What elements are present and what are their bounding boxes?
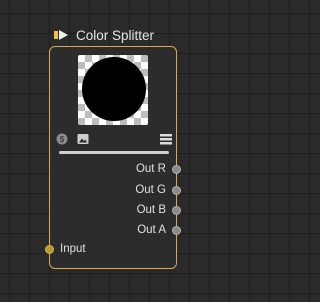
output-label-b: Out B bbox=[136, 204, 166, 216]
input-label: Input bbox=[60, 243, 86, 255]
output-label-r: Out R bbox=[135, 163, 166, 175]
image-preview bbox=[78, 55, 148, 125]
input-row: Input bbox=[45, 241, 86, 257]
node-title: Color Splitter bbox=[54, 26, 154, 44]
output-port-a[interactable] bbox=[172, 225, 181, 235]
output-row-b: Out B bbox=[137, 202, 181, 218]
svg-text:$: $ bbox=[60, 135, 65, 144]
node-title-label: Color Splitter bbox=[76, 27, 155, 43]
output-label-a: Out A bbox=[137, 224, 166, 236]
output-row-r: Out R bbox=[136, 161, 181, 177]
output-label-g: Out G bbox=[135, 184, 166, 196]
input-port[interactable] bbox=[45, 244, 54, 254]
preview-circle bbox=[82, 57, 146, 121]
output-row-g: Out G bbox=[135, 182, 181, 198]
slider[interactable] bbox=[59, 151, 169, 154]
dollar-icon[interactable]: $ bbox=[56, 133, 68, 145]
arrow-icon bbox=[54, 30, 68, 40]
color-splitter-node[interactable]: $ Out R Out G Out B Out A Input bbox=[45, 46, 181, 269]
layers-icon[interactable] bbox=[160, 133, 172, 145]
output-port-r[interactable] bbox=[172, 164, 181, 174]
output-row-a: Out A bbox=[137, 222, 181, 238]
output-port-g[interactable] bbox=[172, 185, 181, 195]
output-port-b[interactable] bbox=[172, 205, 181, 215]
image-icon[interactable] bbox=[77, 133, 89, 145]
